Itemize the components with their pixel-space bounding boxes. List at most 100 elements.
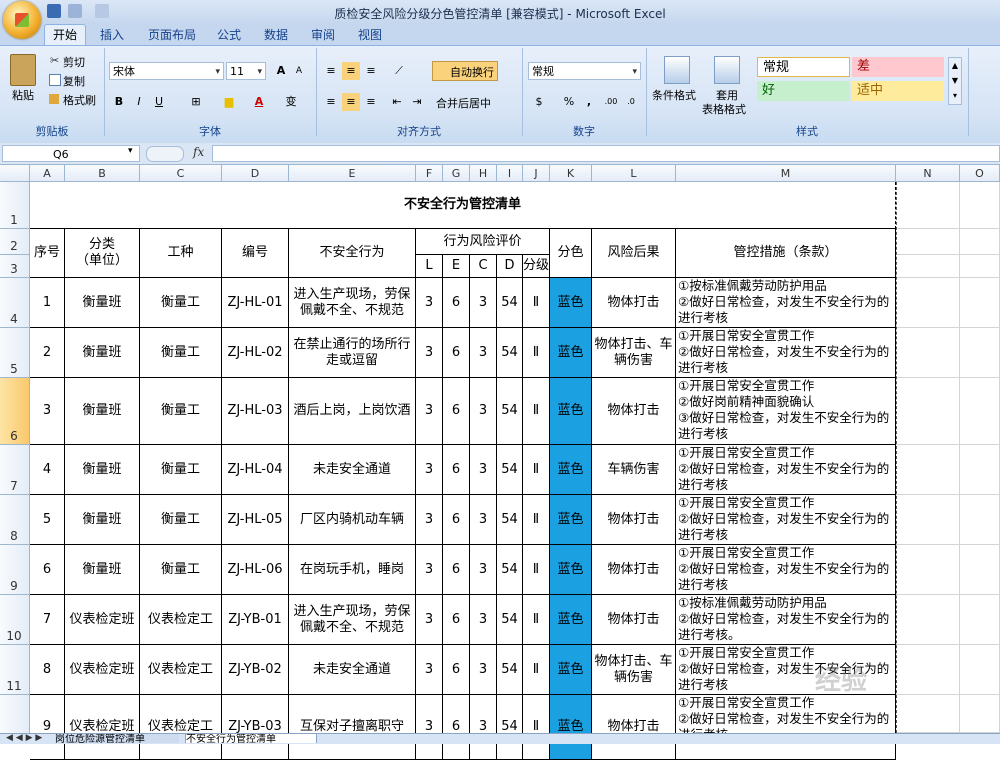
styles-scroll-icon[interactable]: ▲ ▼ ▾ [948,57,962,105]
record-job[interactable]: 仪表检定工 [140,695,222,760]
record-d[interactable]: 54 [497,595,523,645]
record-seq[interactable]: 9 [30,695,65,760]
record-l[interactable]: 3 [416,645,443,695]
formula-expand-icon[interactable] [146,146,184,162]
formula-input[interactable] [212,145,1000,162]
cut-button[interactable]: 剪切 [63,54,85,70]
record-measures[interactable]: ①开展日常安全宣贯工作 ②做好岗前精神面貌确认 ③做好日常检查，对发生不安全行为… [676,378,896,445]
record-level[interactable]: Ⅱ [523,278,550,328]
record-color[interactable]: 蓝色 [550,378,592,445]
record-behavior[interactable]: 在禁止通行的场所行走或逗留 [289,328,416,378]
column-header-g[interactable]: G [443,165,470,182]
row-header-7[interactable]: 7 [0,445,30,495]
record-level[interactable]: Ⅱ [523,645,550,695]
row-header-1[interactable]: 1 [0,182,30,229]
record-color[interactable]: 蓝色 [550,595,592,645]
align-center-icon[interactable]: ≡ [342,93,360,111]
format-painter-icon[interactable] [49,94,59,104]
orientation-icon[interactable]: ⟋ [390,62,408,80]
record-level[interactable]: Ⅱ [523,378,550,445]
currency-icon[interactable]: $ [530,93,548,111]
record-l[interactable]: 3 [416,328,443,378]
row-header-12[interactable] [0,695,30,735]
style-neutral[interactable]: 适中 [852,81,944,101]
record-l[interactable]: 3 [416,545,443,595]
record-color[interactable]: 蓝色 [550,645,592,695]
record-measures[interactable]: ①开展日常安全宣贯工作 ②做好日常检查，对发生不安全行为的进行考核 [676,545,896,595]
row-header-11[interactable]: 11 [0,645,30,695]
record-behavior[interactable]: 进入生产现场，劳保佩戴不全、不规范 [289,278,416,328]
conditional-format-button[interactable]: 条件格式 [652,87,696,103]
record-c[interactable]: 3 [470,645,497,695]
record-behavior[interactable]: 未走安全通道 [289,645,416,695]
record-category[interactable]: 衡量班 [65,328,140,378]
record-color[interactable]: 蓝色 [550,445,592,495]
record-d[interactable]: 54 [497,328,523,378]
record-category[interactable]: 衡量班 [65,545,140,595]
decrease-decimal-icon[interactable]: .0 [622,93,640,111]
column-header-o[interactable]: O [960,165,1000,182]
record-c[interactable]: 3 [470,278,497,328]
empty-cell[interactable] [960,645,1000,695]
record-seq[interactable]: 8 [30,645,65,695]
record-job[interactable]: 仪表检定工 [140,595,222,645]
bold-button[interactable]: B [110,93,128,111]
empty-cell[interactable] [960,495,1000,545]
format-painter-button[interactable]: 格式刷 [63,92,96,108]
tab-insert[interactable]: 插入 [100,26,124,43]
cut-icon[interactable]: ✂ [50,54,59,67]
record-measures[interactable]: ①开展日常安全宣贯工作 ②做好日常检查，对发生不安全行为的进行考核 [676,495,896,545]
record-behavior[interactable]: 酒后上岗，上岗饮酒 [289,378,416,445]
record-l[interactable]: 3 [416,278,443,328]
style-normal[interactable]: 常规 [757,57,850,77]
column-header-j[interactable]: J [523,165,550,182]
record-category[interactable]: 衡量班 [65,378,140,445]
record-e[interactable]: 6 [443,695,470,760]
record-e[interactable]: 6 [443,278,470,328]
record-level[interactable]: Ⅱ [523,445,550,495]
header-seq[interactable]: 序号 [30,229,65,278]
record-d[interactable]: 54 [497,495,523,545]
header-job[interactable]: 工种 [140,229,222,278]
empty-cell[interactable] [896,545,960,595]
record-consequence[interactable]: 物体打击 [592,595,676,645]
increase-decimal-icon[interactable]: .00 [602,93,620,111]
row-header-2[interactable]: 2 [0,229,30,255]
header-d[interactable]: D [497,255,523,278]
format-as-table-button-line2[interactable]: 表格格式 [702,101,746,117]
record-e[interactable]: 6 [443,328,470,378]
tab-data[interactable]: 数据 [264,26,288,43]
record-category[interactable]: 衡量班 [65,495,140,545]
record-e[interactable]: 6 [443,545,470,595]
comma-button[interactable]: , [580,93,598,111]
select-all-corner[interactable] [0,165,30,182]
empty-cell[interactable] [960,229,1000,255]
row-header-6[interactable]: 6 [0,378,30,445]
record-c[interactable]: 3 [470,445,497,495]
record-color[interactable]: 蓝色 [550,328,592,378]
record-seq[interactable]: 4 [30,445,65,495]
record-seq[interactable]: 1 [30,278,65,328]
column-header-m[interactable]: M [676,165,896,182]
record-consequence[interactable]: 物体打击 [592,545,676,595]
merge-center-button[interactable]: 合并后居中 [436,95,491,111]
row-header-8[interactable]: 8 [0,495,30,545]
record-job[interactable]: 衡量工 [140,278,222,328]
empty-cell[interactable] [960,445,1000,495]
empty-cell[interactable] [896,695,960,733]
record-consequence[interactable]: 物体打击 [592,278,676,328]
record-consequence[interactable]: 车辆伤害 [592,445,676,495]
row-header-3[interactable]: 3 [0,255,30,278]
header-risk-eval[interactable]: 行为风险评价 [416,229,550,255]
record-c[interactable]: 3 [470,595,497,645]
copy-icon[interactable] [49,74,61,86]
font-color-button[interactable]: A [250,93,268,111]
record-behavior[interactable]: 进入生产现场，劳保佩戴不全、不规范 [289,595,416,645]
format-as-table-icon[interactable] [714,56,740,84]
record-c[interactable]: 3 [470,328,497,378]
grow-font-icon[interactable]: A [272,62,290,80]
record-c[interactable]: 3 [470,495,497,545]
record-e[interactable]: 6 [443,445,470,495]
record-level[interactable]: Ⅱ [523,495,550,545]
tab-view[interactable]: 视图 [358,26,382,43]
